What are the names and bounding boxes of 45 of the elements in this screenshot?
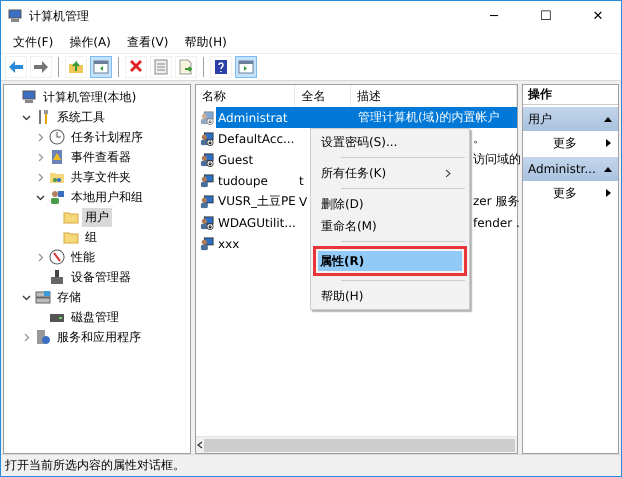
tree-item[interactable]: 设备管理器 [68,268,134,286]
action-link[interactable]: 更多 [553,134,577,152]
tree-item[interactable]: 本地用户和组 [68,188,146,206]
context-menu-item[interactable]: 删除(D) [317,194,457,214]
table-cell: 管理计算机(域)的内置帐户 [358,109,500,126]
action-section-header[interactable]: 用户 [523,107,618,131]
table-cell: 。 [473,130,485,147]
window-control[interactable]: ─ [471,1,517,31]
action-section-header[interactable]: Administr... [523,157,618,181]
table-cell: zer 服务 [473,193,520,210]
tree-item[interactable]: 任务计划程序 [68,128,146,146]
tree-item[interactable]: 用户 [82,208,112,226]
window-control[interactable]: ✕ [575,1,621,31]
table-cell: t [299,174,304,188]
tree-item[interactable]: 计算机管理(本地) [40,88,140,106]
menu-item[interactable]: 查看(V) [118,34,176,50]
context-menu-item[interactable]: 设置密码(S)... [317,132,457,152]
window-title: 计算机管理 [29,8,90,24]
table-cell: V [299,194,308,208]
user-name[interactable]: xxx [216,236,296,250]
menu-item[interactable]: 帮助(H) [176,34,235,50]
menu-item[interactable]: 操作(A) [61,34,119,50]
context-menu-item[interactable]: 重命名(M) [317,216,457,236]
tree-item[interactable]: 系统工具 [54,108,108,126]
status-text: 打开当前所选内容的属性对话框。 [5,457,185,474]
tree-item[interactable]: 共享文件夹 [68,168,134,186]
user-name[interactable]: VUSR_土豆PE [216,193,296,210]
menu-item[interactable]: 文件(F) [5,34,62,50]
section-title: Administr... [528,162,596,176]
tree-item[interactable]: 存储 [54,288,84,306]
section-title: 用户 [528,110,552,128]
table-cell: 访问域的 [473,151,521,168]
window-control[interactable]: ☐ [523,1,569,31]
tree-item[interactable]: 磁盘管理 [68,308,122,326]
tree-item[interactable]: 服务和应用程序 [54,328,144,346]
context-menu-item[interactable]: 属性(R) [318,251,462,271]
user-name[interactable]: tudoupe [216,174,296,188]
tree-item[interactable]: 性能 [68,248,98,266]
context-menu-item[interactable]: 所有任务(K) [317,163,457,183]
action-link[interactable]: 更多 [553,184,577,202]
tree-item[interactable]: 事件查看器 [68,148,134,166]
table-cell: fender . [473,216,520,230]
context-menu-item[interactable]: 帮助(H) [317,286,457,306]
pane-title: 操作 [528,86,552,103]
tree-item[interactable]: 组 [82,228,100,246]
